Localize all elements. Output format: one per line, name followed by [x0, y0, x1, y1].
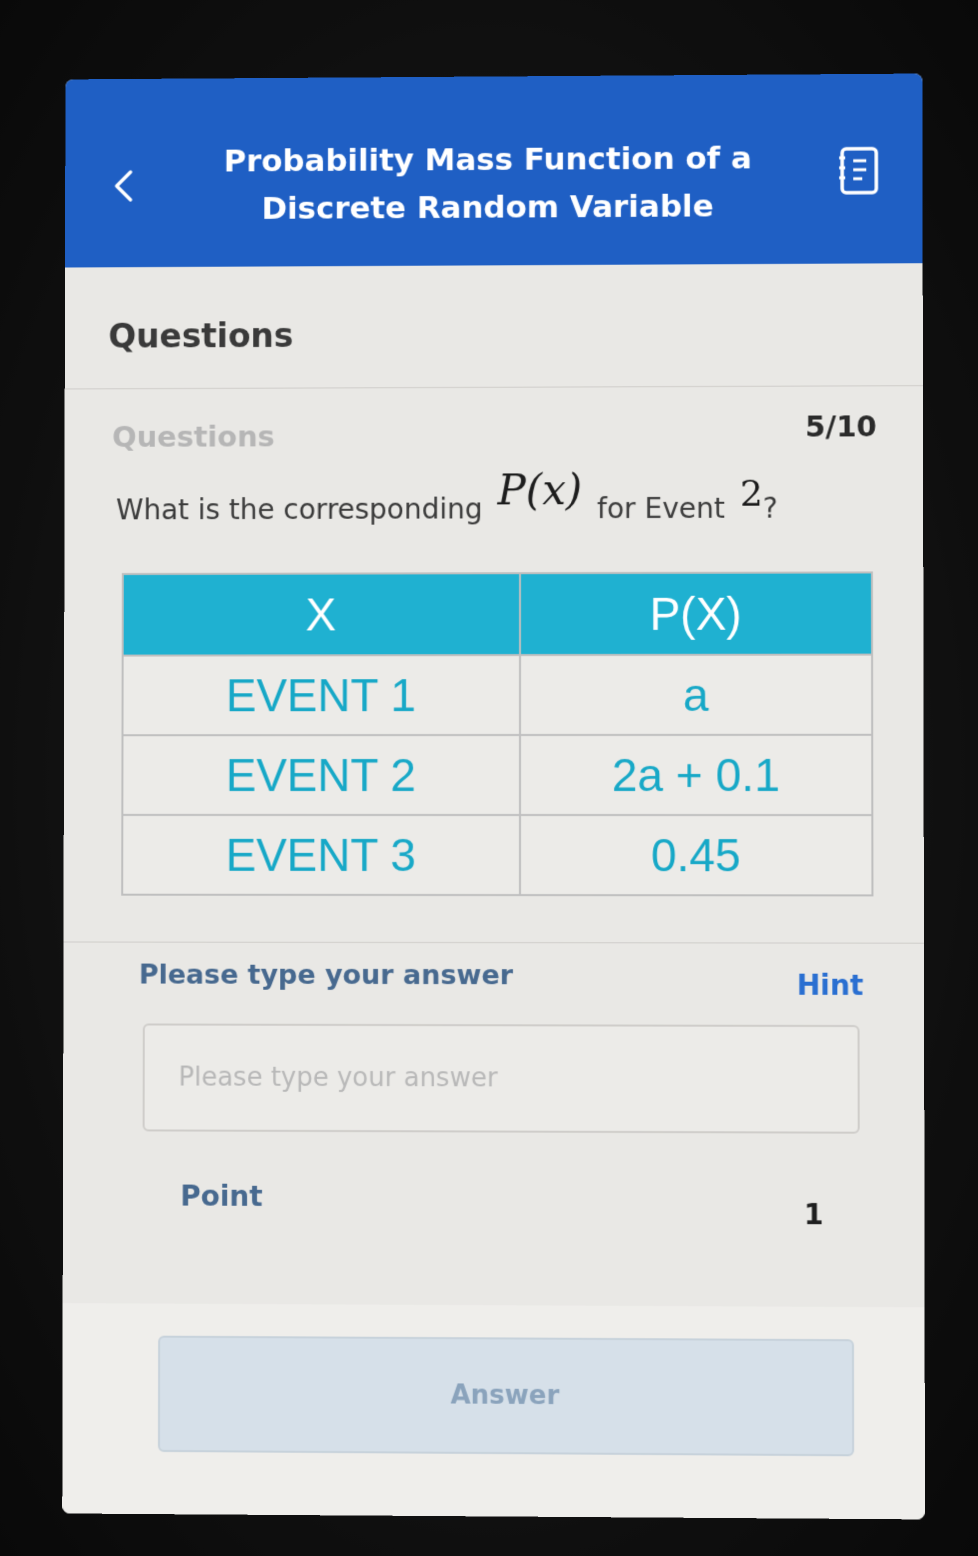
divider: [63, 941, 924, 944]
table-cell-probability: a: [519, 654, 873, 736]
table-cell-probability: 0.45: [519, 815, 873, 896]
table-row: EVENT 3 0.45: [122, 814, 873, 896]
table-header-px: P(X): [519, 572, 873, 656]
question-text-after: ?: [762, 491, 778, 525]
page-title: Probability Mass Function of a Discrete …: [223, 140, 752, 227]
top-header: Probability Mass Function of a Discrete …: [65, 73, 923, 268]
table-row: EVENT 1 a: [122, 654, 873, 736]
back-button[interactable]: [105, 166, 145, 206]
notebook-icon: [838, 146, 878, 195]
question-progress: 5/10: [805, 409, 877, 444]
answer-input[interactable]: [142, 1023, 860, 1134]
app-screen: Probability Mass Function of a Discrete …: [62, 73, 926, 1520]
table-cell-event: EVENT 2: [122, 735, 520, 816]
notebook-button[interactable]: [838, 146, 880, 196]
answer-label: Please type your answer: [138, 959, 514, 992]
section-title: Questions: [108, 316, 294, 356]
hint-button[interactable]: Hint: [797, 969, 864, 1002]
point-label: Point: [180, 1179, 263, 1213]
math-expression: P(x): [497, 465, 583, 515]
question-label: Questions: [112, 419, 275, 454]
table-cell-probability: 2a + 0.1: [519, 734, 873, 816]
table-header-row: X P(X): [122, 572, 873, 656]
table-cell-event: EVENT 1: [122, 655, 520, 736]
answer-submit-button[interactable]: Answer: [157, 1335, 855, 1457]
chevron-left-icon: [105, 166, 145, 206]
table-row: EVENT 2 2a + 0.1: [122, 734, 873, 816]
point-value: 1: [803, 1197, 824, 1232]
table-cell-event: EVENT 3: [122, 814, 520, 896]
question-text-before: What is the corresponding: [115, 492, 483, 527]
math-number: 2: [739, 473, 763, 515]
question-text-middle: for Event: [597, 491, 725, 526]
table-header-x: X: [122, 573, 520, 656]
pmf-table: X P(X) EVENT 1 a EVENT 2 2a + 0.1 EVENT …: [121, 571, 873, 896]
divider: [64, 385, 923, 390]
question-text: What is the corresponding P(x) for Event…: [115, 465, 875, 529]
